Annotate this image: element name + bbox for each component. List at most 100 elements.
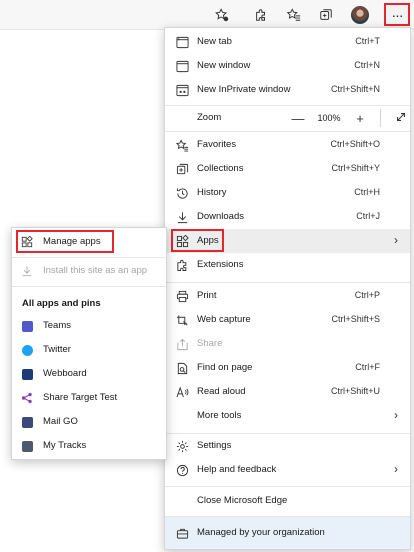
menu-item-managed-by-org[interactable]: Managed by your organization [165,517,410,549]
submenu-divider [12,257,166,258]
menu-item-label: More tools [197,410,242,421]
submenu-item-label: Install this site as an app [43,265,148,276]
menu-item-label: New window [197,60,251,71]
app-item-webboard[interactable]: Webboard [12,362,166,386]
app-item-mail-go[interactable]: Mail GO [12,410,166,434]
chevron-right-icon: › [394,233,398,247]
install-icon [20,264,34,278]
shortcut-text: Ctrl+N [354,60,380,70]
extensions-icon[interactable] [250,4,272,26]
settings-and-more-menu: New tab Ctrl+T New window Ctrl+N New InP… [164,27,411,550]
menu-item-label: Favorites [197,139,237,150]
menu-item-label: Downloads [197,211,244,222]
menu-item-label: Share [197,338,223,349]
menu-item-label: History [197,187,227,198]
inprivate-icon [175,83,189,97]
menu-item-new-window[interactable]: New window Ctrl+N [165,54,410,78]
browser-toolbar: ··· [0,0,414,30]
menu-item-web-capture[interactable]: Web capture Ctrl+Shift+S [165,308,410,332]
zoom-divider [380,109,381,127]
app-item-twitter[interactable]: Twitter [12,338,166,362]
app-item-label: Twitter [43,344,71,355]
shortcut-text: Ctrl+Shift+U [330,386,380,396]
help-icon [175,463,189,477]
menu-divider [165,131,410,132]
menu-item-more-tools[interactable]: More tools › [165,404,410,428]
favorite-add-icon[interactable] [211,4,233,26]
download-icon [175,210,189,224]
app-item-label: Share Target Test [43,392,118,403]
menu-item-find-on-page[interactable]: Find on page Ctrl+F [165,356,410,380]
shortcut-text: Ctrl+J [356,211,380,221]
history-icon [175,186,189,200]
share-icon [175,337,189,351]
settings-and-more-icon[interactable]: ··· [384,3,410,26]
menu-item-zoom: Zoom — 100% + [165,106,410,130]
favorites-icon[interactable] [283,4,305,26]
menu-item-downloads[interactable]: Downloads Ctrl+J [165,205,410,229]
zoom-control: — 100% + [284,106,414,130]
menu-item-history[interactable]: History Ctrl+H [165,181,410,205]
shortcut-text: Ctrl+Shift+Y [331,163,380,173]
fullscreen-icon[interactable] [387,111,414,126]
menu-divider [165,486,410,487]
menu-item-new-tab[interactable]: New tab Ctrl+T [165,30,410,54]
web-capture-icon [175,313,189,327]
menu-item-label: New InPrivate window [197,84,291,95]
share-target-icon [20,391,34,405]
collections-icon [175,162,189,176]
app-item-my-tracks[interactable]: My Tracks [12,434,166,458]
find-icon [175,361,189,375]
shortcut-text: Ctrl+H [354,187,380,197]
app-item-label: My Tracks [43,440,87,451]
shortcut-text: Ctrl+Shift+S [331,314,380,324]
menu-item-label: Read aloud [197,386,246,397]
collections-icon[interactable] [315,4,337,26]
menu-item-label: Web capture [197,314,251,325]
shortcut-text: Ctrl+Shift+N [330,84,380,94]
shortcut-text: Ctrl+Shift+O [330,139,380,149]
profile-avatar[interactable] [351,6,369,24]
shortcut-text: Ctrl+F [355,362,380,372]
chevron-right-icon: › [394,462,398,476]
briefcase-icon [175,526,189,540]
new-window-icon [175,59,189,73]
print-icon [175,289,189,303]
menu-item-label: New tab [197,36,232,47]
manage-apps-highlight-box [16,230,114,253]
menu-item-settings[interactable]: Settings [165,434,410,458]
app-item-label: Mail GO [43,416,78,427]
webboard-icon [20,367,34,381]
chevron-right-icon: › [394,408,398,422]
menu-item-collections[interactable]: Collections Ctrl+Shift+Y [165,157,410,181]
zoom-in-button[interactable]: + [346,111,374,126]
zoom-out-button[interactable]: — [284,111,312,126]
menu-item-extensions[interactable]: Extensions [165,253,410,277]
menu-item-favorites[interactable]: Favorites Ctrl+Shift+O [165,133,410,157]
submenu-item-install-site: Install this site as an app [12,259,166,283]
app-item-teams[interactable]: Teams [12,314,166,338]
extensions-icon [175,258,189,272]
my-tracks-icon [20,439,34,453]
favorites-icon [175,138,189,152]
menu-item-share: Share [165,332,410,356]
apps-submenu: Manage apps Install this site as an app … [11,227,167,460]
menu-item-help-and-feedback[interactable]: Help and feedback › [165,458,410,482]
menu-item-label: Find on page [197,362,253,373]
menu-item-label: Print [197,290,217,301]
apps-highlight-box [171,229,224,252]
menu-item-label: Help and feedback [197,464,277,475]
app-item-share-target-test[interactable]: Share Target Test [12,386,166,410]
menu-item-label: Close Microsoft Edge [197,495,288,506]
menu-item-read-aloud[interactable]: Read aloud Ctrl+Shift+U [165,380,410,404]
shortcut-text: Ctrl+P [354,290,380,300]
read-aloud-icon [175,385,189,399]
menu-item-print[interactable]: Print Ctrl+P [165,284,410,308]
menu-item-close-edge[interactable]: Close Microsoft Edge [165,489,410,513]
menu-item-label: Zoom [197,112,222,123]
menu-item-new-inprivate-window[interactable]: New InPrivate window Ctrl+Shift+N [165,78,410,102]
teams-icon [20,319,34,333]
shortcut-text: Ctrl+T [355,36,380,46]
menu-item-label: Managed by your organization [197,527,325,538]
zoom-level: 100% [317,113,341,123]
